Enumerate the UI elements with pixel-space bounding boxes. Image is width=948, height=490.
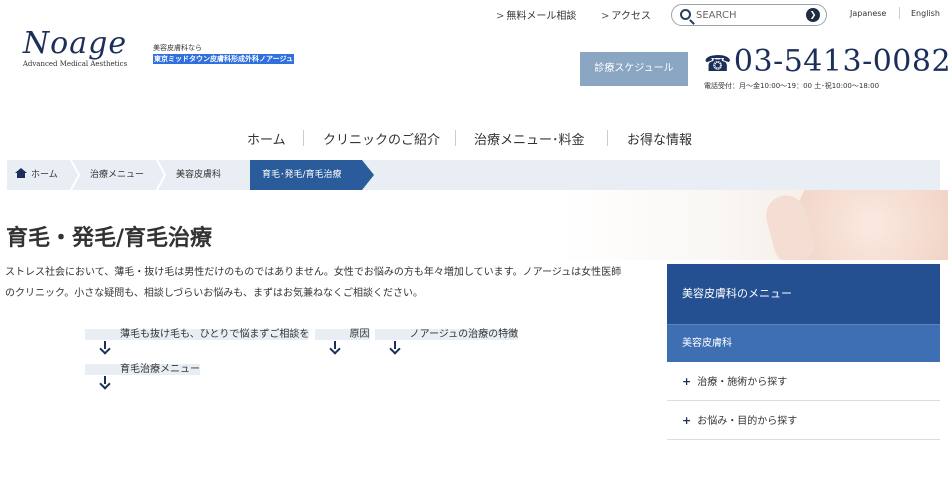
breadcrumb-cosmetic-dermatology[interactable]: 美容皮膚科 (176, 160, 221, 190)
access-link[interactable]: > アクセス (601, 7, 651, 22)
phone-number-text: 03-5413-0082 (733, 44, 948, 79)
breadcrumb-home-label: ホーム (31, 170, 58, 180)
sidebar-item-label: 治療・施術から探す (697, 377, 788, 388)
anchor-link-label: 原因 (349, 329, 370, 340)
lang-english-link[interactable]: English (911, 9, 940, 18)
nav-item-menu-price[interactable]: 治療メニュー･料金 (474, 129, 585, 148)
header-tagline-line2: 東京ミッドタウン皮膚科形成外科ノアージュ (153, 54, 294, 64)
anchor-link-features[interactable]: ノアージュの治療の特徴 (374, 329, 519, 349)
sidebar-item-by-treatment[interactable]: + 治療・施術から探す (667, 362, 940, 401)
access-label: アクセス (611, 11, 651, 22)
search-box: ❯ (671, 4, 827, 26)
anchor-link-consult[interactable]: 薄毛も抜け毛も、ひとりで悩まずご相談を (85, 329, 310, 349)
logo-tagline: Advanced Medical Aesthetics (22, 60, 128, 68)
logo-wordmark: Noage (22, 26, 128, 61)
arrow-down-icon (100, 376, 110, 388)
page-title: 育毛・発毛/育毛治療 (6, 225, 213, 251)
nav-item-clinic[interactable]: クリニックのご紹介 (323, 129, 440, 148)
hero-image (560, 190, 948, 260)
anchor-link-causes[interactable]: 原因 (314, 329, 370, 349)
phone-number[interactable]: ☎03-5413-0082 (704, 46, 948, 81)
breadcrumb-treatment-menu[interactable]: 治療メニュー (90, 160, 144, 190)
lang-japanese-link[interactable]: Japanese (850, 9, 886, 18)
sidebar-item-label: お悩み・目的から探す (697, 416, 798, 427)
search-submit-button[interactable]: ❯ (806, 8, 820, 22)
nav-item-home[interactable]: ホーム (247, 129, 286, 148)
chevron-right-icon: > (601, 11, 610, 22)
anchor-link-list: 薄毛も抜け毛も、ひとりで悩まずご相談を 原因 ノアージュの治療の特徴 育毛治療メ… (85, 317, 548, 387)
home-icon (15, 168, 27, 178)
anchor-link-treatment-menu[interactable]: 育毛治療メニュー (85, 364, 200, 384)
chevron-right-icon: > (496, 11, 505, 22)
arrow-down-icon (390, 341, 400, 353)
nav-item-deals[interactable]: お得な情報 (627, 129, 692, 148)
breadcrumb-separator-icon (70, 160, 81, 190)
breadcrumb-home[interactable]: ホーム (15, 160, 58, 190)
utility-bar: >無料メール相談 >アクセス ❯ Japanese English (0, 4, 948, 26)
page-intro: ストレス社会において、薄毛・抜け毛は男性だけのものではありません。女性でお悩みの… (5, 267, 622, 299)
nav-divider (303, 130, 304, 146)
breadcrumb-current: 育毛･発毛/育毛治療 (250, 160, 374, 190)
global-nav: ホーム クリニックのご紹介 治療メニュー･料金 お得な情報 (0, 128, 948, 148)
telephone-icon: ☎ (704, 52, 732, 77)
sidebar-item-cosmetic-dermatology[interactable]: 美容皮膚科 (667, 324, 940, 362)
breadcrumb: ホーム 治療メニュー 美容皮膚科 育毛･発毛/育毛治療 (7, 160, 940, 190)
site-logo[interactable]: Noage Advanced Medical Aesthetics (10, 26, 140, 68)
sidebar-menu: 美容皮膚科のメニュー 美容皮膚科 + 治療・施術から探す + お悩み・目的から探す (667, 264, 940, 440)
anchor-link-label: ノアージュの治療の特徴 (409, 329, 519, 340)
arrow-down-icon (100, 341, 110, 353)
search-input[interactable] (696, 8, 796, 22)
hero-face (795, 190, 948, 260)
nav-divider (455, 130, 456, 146)
plus-icon: + (682, 375, 692, 388)
plus-icon: + (682, 414, 692, 427)
header-tagline-line1: 美容皮膚科なら (153, 44, 202, 52)
anchor-link-label: 育毛治療メニュー (120, 364, 200, 375)
phone-hours: 電話受付：月〜金10:00〜19：00 土･祝10:00〜18:00 (704, 82, 880, 90)
free-mail-consult-link[interactable]: > 無料メール相談 (496, 7, 576, 22)
free-mail-consult-label: 無料メール相談 (506, 11, 577, 22)
schedule-button[interactable]: 診療スケジュール (580, 52, 688, 86)
sidebar-item-by-concern[interactable]: + お悩み・目的から探す (667, 401, 940, 440)
breadcrumb-separator-icon (156, 160, 167, 190)
sidebar-heading: 美容皮膚科のメニュー (667, 264, 940, 324)
arrow-down-icon (330, 341, 340, 353)
nav-divider (607, 130, 608, 146)
lang-divider (899, 7, 900, 19)
search-icon (680, 9, 691, 20)
anchor-link-label: 薄毛も抜け毛も、ひとりで悩まずご相談を (120, 329, 310, 340)
